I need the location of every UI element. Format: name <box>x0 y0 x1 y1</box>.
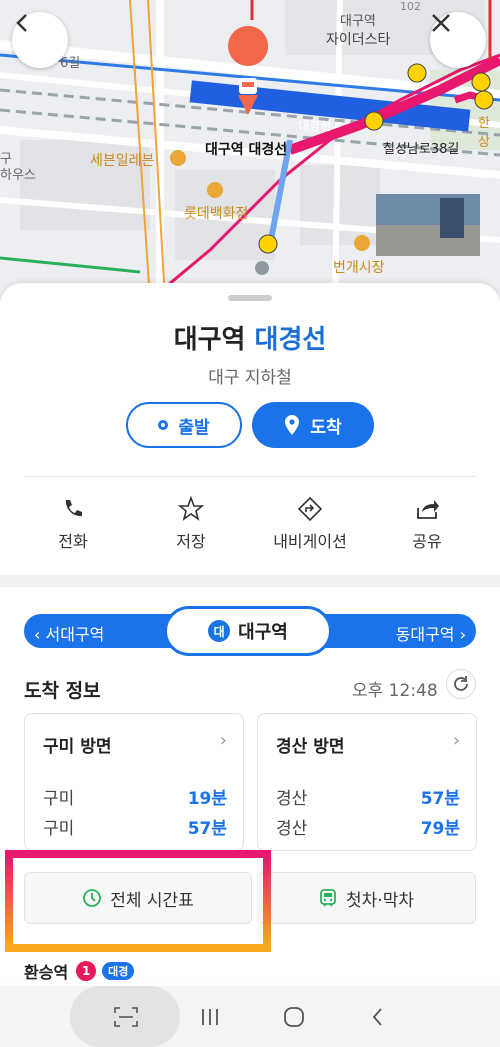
current-station-label: 대구역 <box>238 622 288 643</box>
direction-label: 구미 방면 <box>43 737 112 757</box>
map-right-frag: 한상 <box>478 116 490 150</box>
depart-label: 출발 <box>178 417 210 438</box>
prev-station-label: 서대구역 <box>45 625 105 644</box>
arrive-label: 도착 <box>310 417 342 438</box>
transfer-section: 환승역 1 대경 <box>24 959 135 983</box>
map-label-102: 102 <box>400 0 421 13</box>
direction-card-gyeongsan[interactable]: 경산 방면 › 경산 57분 경산 79분 <box>257 713 477 851</box>
direction-card-gumi[interactable]: 구미 방면 › 구미 19분 구미 57분 <box>24 713 244 851</box>
arrival-row: 구미 57분 <box>43 814 227 839</box>
close-icon <box>432 14 450 32</box>
next-station-button[interactable]: 동대구역 › <box>396 621 466 645</box>
refresh-icon <box>454 676 468 691</box>
station-line: 대경선 <box>254 325 327 355</box>
map-label-lotte: 롯데백화점 <box>184 206 249 222</box>
arrival-minutes: 57분 <box>420 789 460 809</box>
station-navigator: ‹ 서대구역 대 대구역 동대구역 › <box>24 606 476 656</box>
map-line-label: 대경선 <box>298 119 332 133</box>
arrival-row: 경산 79분 <box>276 814 460 839</box>
section-gap <box>0 575 500 587</box>
arrival-row: 구미 19분 <box>43 784 227 809</box>
arrival-dest: 경산 <box>276 789 308 809</box>
arrival-row: 경산 57분 <box>276 784 460 809</box>
arrival-dest: 구미 <box>43 789 75 809</box>
close-button[interactable] <box>430 12 486 68</box>
star-icon <box>178 496 204 521</box>
highlight-frame <box>5 850 271 952</box>
recent-apps-icon <box>202 1009 218 1025</box>
share-label: 공유 <box>412 532 442 551</box>
next-station-label: 동대구역 <box>395 625 455 644</box>
divider <box>24 476 476 477</box>
origin-dot-icon <box>158 420 169 430</box>
navigation-icon <box>297 496 323 522</box>
arrival-title: 도착 정보 <box>24 680 101 702</box>
station-title: 대구역 대경선 <box>0 319 500 356</box>
arrive-button[interactable]: 도착 <box>252 402 374 448</box>
home-icon <box>284 1007 304 1027</box>
call-label: 전화 <box>58 532 88 551</box>
chevron-right-icon: › <box>219 730 227 751</box>
transfer-count-badge: 1 <box>76 961 97 981</box>
transfer-line-tag: 대경 <box>102 962 135 980</box>
map-market-label: 번개시장 <box>333 260 385 276</box>
share-icon <box>417 500 439 519</box>
navigation-action[interactable]: 내비게이션 <box>264 496 356 552</box>
train-icon <box>320 889 336 907</box>
prev-station-button[interactable]: ‹ 서대구역 <box>34 621 104 645</box>
back-button[interactable] <box>12 12 68 68</box>
transfer-label: 환승역 <box>24 963 69 982</box>
arrival-dest: 경산 <box>276 819 308 839</box>
pin-icon <box>285 415 300 435</box>
share-action[interactable]: 공유 <box>382 496 472 552</box>
action-row: 전화 저장 내비게이션 공유 <box>0 496 500 556</box>
scan-button[interactable] <box>108 1004 144 1030</box>
map-view[interactable]: 대구역 자이더스타 102 세븐일레븐 롯데백화점 대구역 대경선 대경선 칠성… <box>0 0 500 300</box>
map-street-label: 칠성남로38길 <box>383 142 460 157</box>
map-station-label: 대구역 대경선 <box>205 142 288 158</box>
recent-apps-button[interactable] <box>192 1004 228 1030</box>
chevron-right-icon: › <box>452 730 460 751</box>
call-action[interactable]: 전화 <box>28 496 118 552</box>
map-label-7eleven: 세븐일레븐 <box>90 153 155 169</box>
first-last-label: 첫차·막차 <box>346 890 414 911</box>
map-label-xi: 자이더스타 <box>326 32 391 48</box>
system-nav-bar <box>0 986 500 1047</box>
station-operator: 대구 지하철 <box>208 368 292 388</box>
navigation-label: 내비게이션 <box>273 532 347 551</box>
refresh-button[interactable] <box>446 669 476 699</box>
map-left-frag2: 하우스 <box>0 168 36 183</box>
station-name: 대구역 <box>173 325 246 355</box>
system-back-icon <box>372 1008 382 1026</box>
arrival-time: 오후 12:48 <box>352 681 438 701</box>
arrival-minutes: 79분 <box>420 819 460 839</box>
arrival-minutes: 19분 <box>187 789 227 809</box>
map-label-station: 대구역 <box>340 14 376 29</box>
line-badge: 대 <box>208 620 231 642</box>
depart-button[interactable]: 출발 <box>126 402 242 448</box>
arrival-minutes: 57분 <box>187 819 227 839</box>
phone-icon <box>65 500 82 517</box>
direction-label: 경산 방면 <box>276 737 345 757</box>
save-label: 저장 <box>176 532 206 551</box>
home-button[interactable] <box>276 1004 312 1030</box>
arrival-dest: 구미 <box>43 819 75 839</box>
current-station: 대 대구역 <box>164 606 332 656</box>
save-action[interactable]: 저장 <box>146 496 236 552</box>
scan-icon <box>114 1007 138 1027</box>
first-last-train-button[interactable]: 첫차·막차 <box>257 872 476 924</box>
system-back-button[interactable] <box>360 1004 396 1030</box>
back-icon <box>16 14 27 32</box>
sheet-handle[interactable] <box>228 295 272 301</box>
